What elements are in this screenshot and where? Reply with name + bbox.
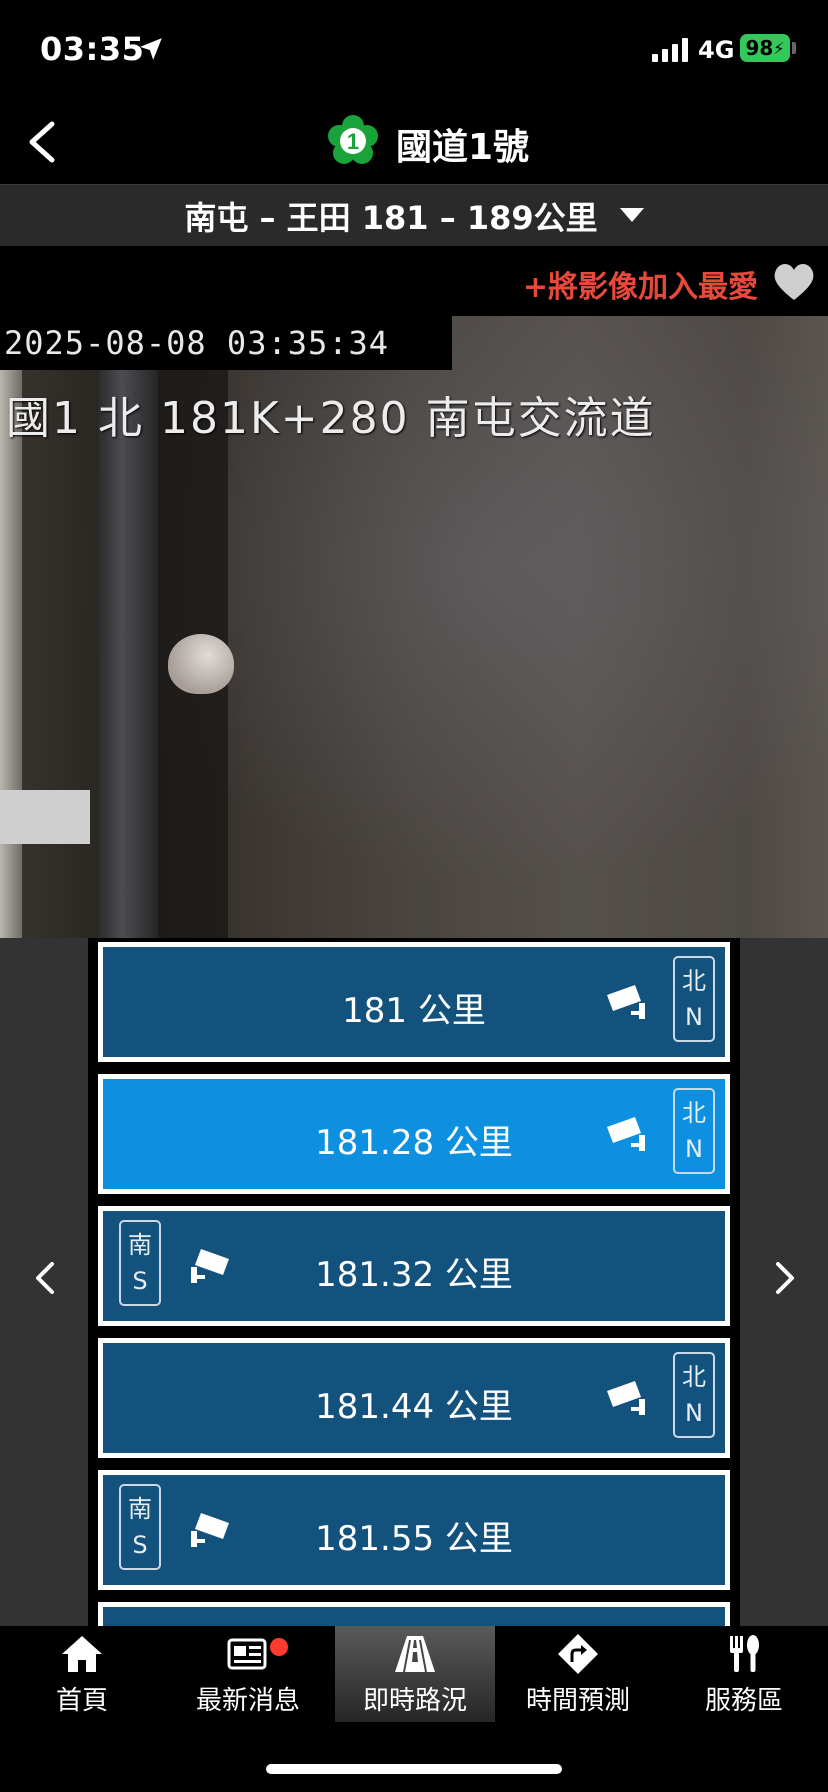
route-turn-icon <box>558 1634 598 1674</box>
prev-chevron-icon[interactable] <box>26 1258 66 1298</box>
direction-en: N <box>685 1135 703 1163</box>
camera-item-body: 181.32 公里 南S <box>103 1211 725 1321</box>
tab-time-prediction[interactable]: 時間預測 <box>498 1626 658 1722</box>
camera-item-body: 181 公里 北N <box>103 947 725 1057</box>
camera-scene-duck <box>168 634 234 694</box>
camera-timestamp: 2025-08-08 03:35:34 <box>4 324 390 362</box>
camera-list: 181 公里 北N 181.28 公里 北N 181.32 公里 南S 181.… <box>88 938 740 1626</box>
direction-badge: 南S <box>119 1220 161 1306</box>
direction-zh: 南 <box>128 1231 152 1259</box>
add-favorite-link[interactable]: +將影像加入最愛 <box>523 262 758 306</box>
camera-list-panel: 181 公里 北N 181.28 公里 北N 181.32 公里 南S 181.… <box>0 938 828 1626</box>
camera-item-body: 181.55 公里 南S <box>103 1475 725 1585</box>
section-dropdown[interactable]: 南屯 – 王田 181 – 189公里 <box>0 184 828 246</box>
camera-item-body: 181.28 公里 北N <box>103 1079 725 1189</box>
cellular-signal-icon <box>652 38 688 62</box>
tab-live-traffic[interactable]: 即時路況 <box>335 1626 495 1722</box>
direction-zh: 北 <box>682 1363 706 1391</box>
camera-item-181-44[interactable]: 181.44 公里 北N <box>98 1338 730 1458</box>
camera-item-partial[interactable] <box>98 1602 730 1626</box>
home-icon <box>62 1636 102 1672</box>
news-icon <box>227 1638 267 1670</box>
tab-label: 服務區 <box>704 1686 783 1716</box>
route-number: 1 <box>347 129 359 154</box>
camera-image: 2025-08-08 03:35:34 國1 北 181K+280 南屯交流道 <box>0 316 828 938</box>
direction-zh: 南 <box>128 1495 152 1523</box>
status-bar: 03:35 4G 98 ⚡ <box>0 0 828 100</box>
camera-item-181-32[interactable]: 181.32 公里 南S <box>98 1206 730 1326</box>
utensils-icon <box>730 1635 759 1672</box>
direction-en: S <box>132 1267 148 1295</box>
caret-down-icon <box>619 207 644 222</box>
direction-badge: 南S <box>119 1484 161 1570</box>
camera-item-body: 181.44 公里 北N <box>103 1343 725 1453</box>
next-chevron-icon[interactable] <box>764 1258 804 1298</box>
camera-item-body <box>103 1607 725 1626</box>
battery-level: 98 <box>745 36 774 60</box>
camera-scene-sign <box>0 790 90 844</box>
cctv-camera-icon <box>607 1381 645 1415</box>
direction-badge: 北N <box>673 1088 715 1174</box>
tab-home[interactable]: 首頁 <box>2 1626 162 1722</box>
cctv-camera-icon <box>607 1117 645 1151</box>
direction-zh: 北 <box>682 967 706 995</box>
direction-badge: 北N <box>673 956 715 1042</box>
battery-icon: 98 ⚡ <box>740 34 790 62</box>
direction-zh: 北 <box>682 1099 706 1127</box>
direction-en: S <box>132 1531 148 1559</box>
direction-en: N <box>685 1003 703 1031</box>
direction-en: N <box>685 1399 703 1427</box>
camera-item-181-28[interactable]: 181.28 公里 北N <box>98 1074 730 1194</box>
road-icon <box>395 1636 435 1673</box>
freeway-route-badge-icon: 1 <box>328 115 378 164</box>
tab-news[interactable]: 最新消息 <box>168 1626 328 1722</box>
direction-badge: 北N <box>673 1352 715 1438</box>
tab-label: 首頁 <box>55 1686 108 1716</box>
location-arrow-icon <box>140 38 162 60</box>
home-indicator <box>266 1764 562 1774</box>
back-chevron-icon[interactable] <box>20 114 68 170</box>
tab-label: 時間預測 <box>525 1686 630 1716</box>
header: 1 國道1號 <box>0 100 828 184</box>
page-title: 國道1號 <box>396 127 530 168</box>
network-type: 4G <box>698 36 735 64</box>
camera-item-181[interactable]: 181 公里 北N <box>98 942 730 1062</box>
battery-tip <box>792 42 796 54</box>
tab-service-area[interactable]: 服務區 <box>664 1626 824 1722</box>
tab-label: 即時路況 <box>362 1686 467 1716</box>
camera-item-181-55[interactable]: 181.55 公里 南S <box>98 1470 730 1590</box>
tab-label: 最新消息 <box>195 1686 300 1716</box>
notification-dot <box>270 1638 288 1656</box>
section-label: 南屯 – 王田 181 – 189公里 <box>184 198 598 237</box>
heart-icon[interactable] <box>772 262 816 302</box>
status-time: 03:35 <box>40 30 145 68</box>
cctv-camera-icon <box>191 1249 229 1283</box>
cctv-camera-icon <box>607 985 645 1019</box>
favorite-row: +將影像加入最愛 <box>0 246 828 316</box>
camera-location: 國1 北 181K+280 南屯交流道 <box>6 393 656 444</box>
cctv-camera-icon <box>191 1513 229 1547</box>
